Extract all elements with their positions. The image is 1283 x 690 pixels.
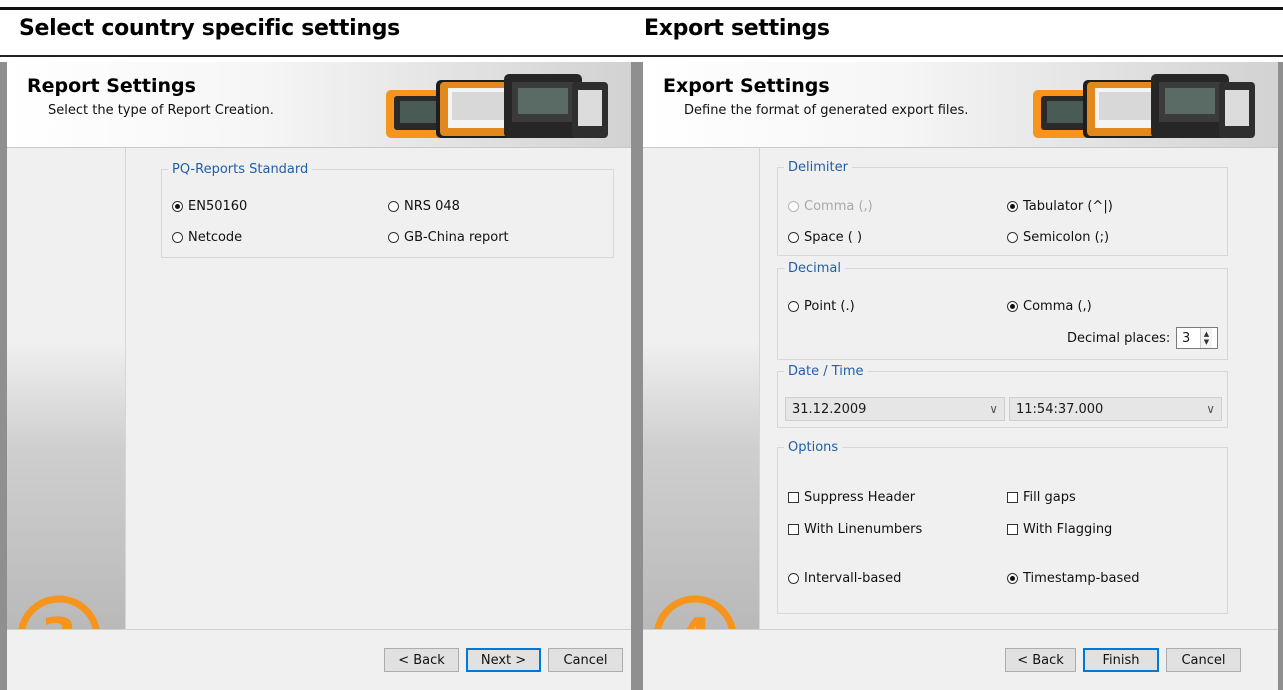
radio-label: GB-China report [404,230,509,245]
spin-arrows-icon[interactable]: ▲ ▼ [1200,328,1212,348]
radio-decimal-point[interactable]: Point (.) [788,299,855,314]
checkbox-label: Suppress Header [804,490,916,505]
checkbox-fill-gaps[interactable]: Fill gaps [1007,490,1076,505]
radio-delimiter-semicolon[interactable]: Semicolon (;) [1007,230,1109,245]
left-strip: 3 [7,148,125,679]
top-rule [0,7,1283,10]
radio-label: Timestamp-based [1023,571,1140,586]
wizard-header: Export Settings Define the format of gen… [643,62,1278,148]
radio-label: Intervall-based [804,571,902,586]
checkbox-with-flagging[interactable]: With Flagging [1007,522,1112,537]
radio-timestamp-based[interactable]: Timestamp-based [1007,571,1140,586]
checkbox-label: With Linenumbers [804,522,923,537]
radio-netcode[interactable]: Netcode [172,230,242,245]
checkbox-label: With Flagging [1023,522,1113,537]
left-strip: 4 [643,148,759,679]
radio-label: Comma (,) [804,199,873,214]
radio-decimal-comma[interactable]: Comma (,) [1007,299,1092,314]
section-rule [0,55,1283,57]
header-title: Export Settings [663,75,830,97]
section-title-left: Select country specific settings [19,16,400,41]
checkbox-with-linenumbers[interactable]: With Linenumbers [788,522,922,537]
time-value: 11:54:37.000 [1016,401,1104,417]
radio-label: Tabulator (^|) [1023,199,1113,214]
devices-image [386,74,608,138]
report-settings-window: Report Settings Select the type of Repor… [0,62,638,690]
back-button[interactable]: < Back [384,648,459,672]
cancel-button[interactable]: Cancel [548,648,623,672]
radio-delimiter-comma[interactable]: Comma (,) [788,199,873,214]
wizard-footer: < Back Finish Cancel [643,629,1278,690]
radio-checked-icon [1007,301,1018,312]
time-select[interactable]: 11:54:37.000 ∨ [1009,397,1222,421]
radio-intervall-based[interactable]: Intervall-based [788,571,901,586]
radio-unchecked-icon [172,232,183,243]
radio-unchecked-icon [388,201,399,212]
decimal-places-stepper[interactable]: 3 ▲ ▼ [1176,327,1218,349]
date-select[interactable]: 31.12.2009 ∨ [785,397,1005,421]
section-title-right: Export settings [644,16,830,41]
export-settings-window: Export Settings Define the format of gen… [638,62,1283,690]
radio-en50160[interactable]: EN50160 [172,199,247,214]
radio-label: Comma (,) [1023,299,1092,314]
checkbox-icon [1007,492,1018,503]
checkbox-suppress-header[interactable]: Suppress Header [788,490,915,505]
radio-label: NRS 048 [404,199,460,214]
decimal-places-value: 3 [1182,330,1191,346]
wizard-header: Report Settings Select the type of Repor… [7,62,631,148]
group-legend: Delimiter [788,160,848,175]
group-legend: PQ-Reports Standard [172,162,309,177]
radio-unchecked-icon [788,301,799,312]
radio-delimiter-space[interactable]: Space ( ) [788,230,862,245]
radio-checked-icon [172,201,183,212]
back-button[interactable]: < Back [1005,648,1076,672]
radio-nrs048[interactable]: NRS 048 [388,199,460,214]
checkbox-label: Fill gaps [1023,490,1076,505]
wizard-footer: < Back Next > Cancel [7,629,631,690]
checkbox-icon [1007,524,1018,535]
radio-gb-china[interactable]: GB-China report [388,230,509,245]
cancel-button[interactable]: Cancel [1166,648,1241,672]
chevron-down-icon: ∨ [989,402,998,416]
devices-image [1033,74,1255,138]
header-subtitle: Define the format of generated export fi… [684,103,969,118]
group-legend: Decimal [788,261,842,276]
next-button[interactable]: Next > [466,648,541,672]
radio-label: Point (.) [804,299,855,314]
radio-label: Netcode [188,230,243,245]
wizard-content: Delimiter Comma (,) Tabulator (^|) Space… [759,148,1278,630]
radio-unchecked-icon [788,201,799,212]
radio-checked-icon [1007,573,1018,584]
header-subtitle: Select the type of Report Creation. [48,103,274,118]
decimal-places-label: Decimal places: [1067,331,1171,346]
header-title: Report Settings [27,75,196,97]
radio-label: Space ( ) [804,230,863,245]
radio-unchecked-icon [788,232,799,243]
chevron-down-icon: ∨ [1206,402,1215,416]
wizard-content: PQ-Reports Standard EN50160 NRS 048 Netc… [125,148,631,630]
group-legend: Options [788,440,839,455]
group-legend: Date / Time [788,364,864,379]
date-value: 31.12.2009 [792,401,867,417]
radio-label: EN50160 [188,199,248,214]
radio-unchecked-icon [1007,232,1018,243]
finish-button[interactable]: Finish [1083,648,1159,672]
radio-unchecked-icon [388,232,399,243]
radio-unchecked-icon [788,573,799,584]
radio-delimiter-tabulator[interactable]: Tabulator (^|) [1007,199,1113,214]
radio-checked-icon [1007,201,1018,212]
checkbox-icon [788,492,799,503]
radio-label: Semicolon (;) [1023,230,1110,245]
checkbox-icon [788,524,799,535]
